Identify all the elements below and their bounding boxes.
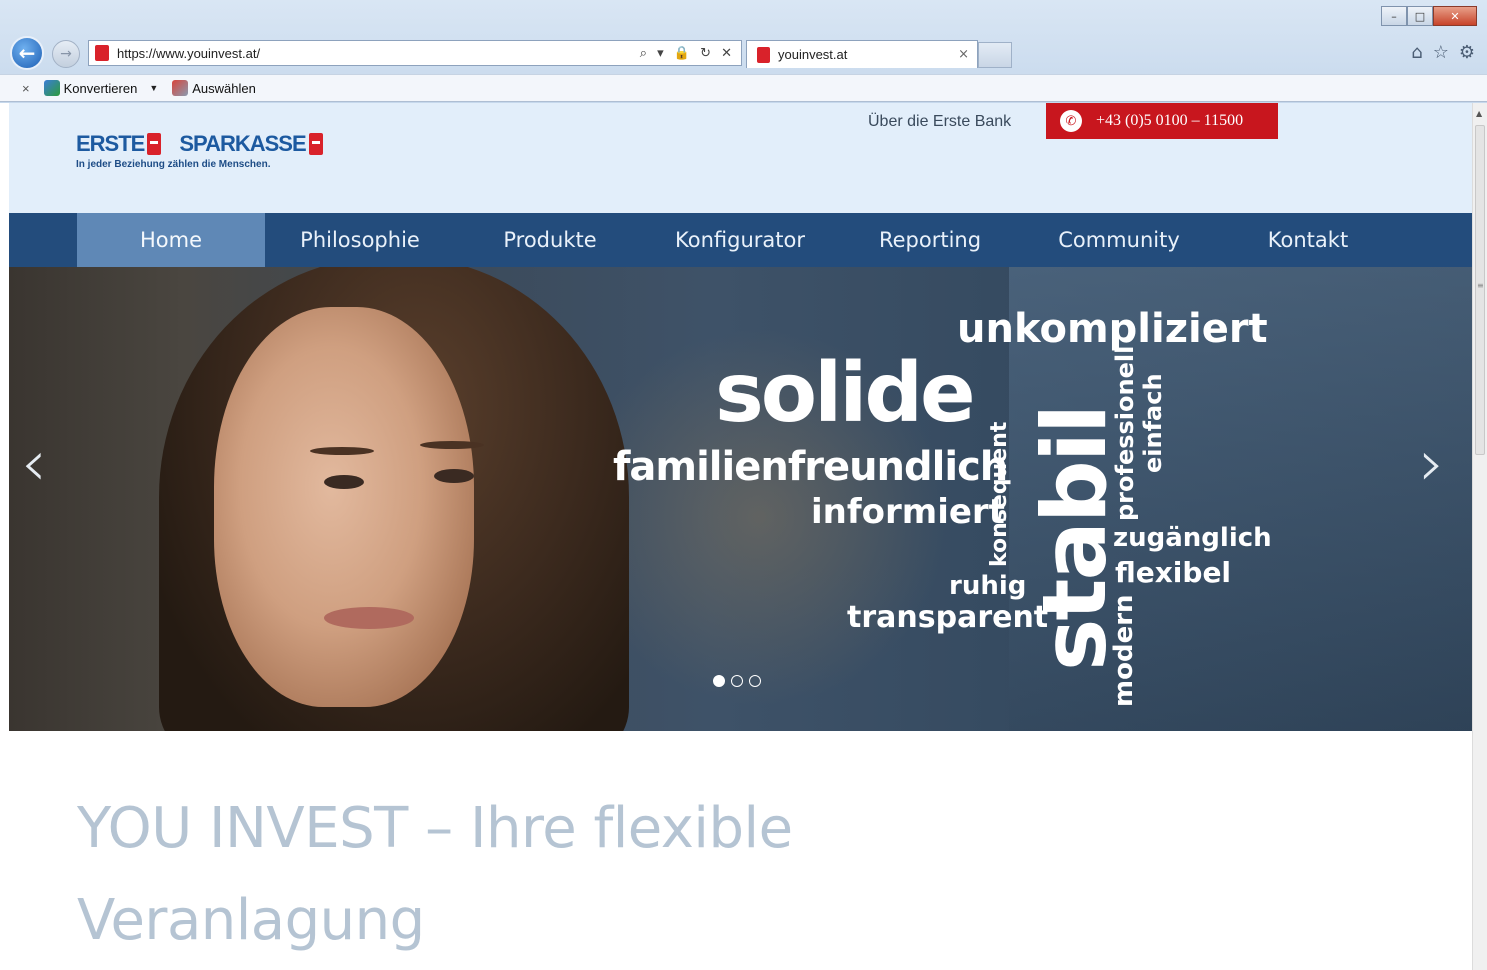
forward-button[interactable]: → xyxy=(52,40,80,68)
slider-dot[interactable] xyxy=(713,675,725,687)
slider-prev-arrow-icon[interactable]: ‹ xyxy=(21,427,47,501)
logo-tagline: In jeder Beziehung zählen die Menschen. xyxy=(76,159,271,170)
hero-portrait-image xyxy=(159,267,629,731)
portrait-brow xyxy=(420,441,484,449)
word-unkompliziert: unkompliziert xyxy=(957,306,1268,352)
logo-sparkasse-text: SPARKASSE xyxy=(179,131,306,156)
nav-item-reporting[interactable]: Reporting xyxy=(835,213,1025,267)
slider-dot[interactable] xyxy=(731,675,743,687)
phone-icon: ✆ xyxy=(1060,110,1082,132)
about-erste-bank-link[interactable]: Über die Erste Bank xyxy=(868,113,1011,131)
headline-line-2: Veranlagung xyxy=(77,888,425,953)
word-flexibel: flexibel xyxy=(1115,556,1232,589)
web-page: ERSTE SPARKASSE In jeder Beziehung zähle… xyxy=(9,103,1472,970)
portrait-face xyxy=(214,307,484,707)
word-professionell: professionell xyxy=(1111,345,1139,521)
portrait-eye xyxy=(434,469,474,483)
convert-label: Konvertieren xyxy=(63,80,138,96)
select-icon xyxy=(172,80,189,96)
address-url[interactable]: https://www.youinvest.at/ xyxy=(117,46,640,61)
word-informiert: informiert xyxy=(811,492,1005,532)
erste-sparkasse-logo[interactable]: ERSTE SPARKASSE In jeder Beziehung zähle… xyxy=(76,131,341,170)
slider-dot[interactable] xyxy=(749,675,761,687)
word-modern: modern xyxy=(1109,594,1139,707)
browser-chrome: – □ ✕ ← → https://www.youinvest.at/ ⌕ ▾ … xyxy=(0,0,1487,103)
scrollbar-thumb[interactable] xyxy=(1475,125,1485,455)
maximize-button[interactable]: □ xyxy=(1407,6,1433,26)
page-headline: YOU INVEST – Ihre flexible Veranlagung xyxy=(77,783,977,967)
address-bar-icons[interactable]: ⌕ ▾ 🔒 ↻ ✕ xyxy=(640,46,735,61)
convert-icon xyxy=(43,80,60,96)
sparkasse-s-icon xyxy=(147,133,162,155)
arrow-right-icon: → xyxy=(60,46,72,62)
browser-toolbar-icons: ⌂ ☆ ⚙ xyxy=(1411,42,1475,63)
tab-close-icon[interactable]: × xyxy=(958,47,969,62)
select-label: Auswählen xyxy=(192,80,256,96)
word-solide: solide xyxy=(715,346,976,441)
new-tab-button[interactable] xyxy=(978,42,1012,68)
word-zugaenglich: zugänglich xyxy=(1113,523,1272,553)
select-button[interactable]: Auswählen xyxy=(172,80,256,96)
tab-title: youinvest.at xyxy=(778,47,848,62)
headline-line-1: YOU INVEST – Ihre flexible xyxy=(77,796,793,861)
scroll-up-arrow-icon[interactable]: ▲ xyxy=(1476,109,1482,118)
settings-gear-icon[interactable]: ⚙ xyxy=(1459,42,1475,63)
browser-tab[interactable]: youinvest.at × xyxy=(746,40,978,68)
nav-item-community[interactable]: Community xyxy=(1025,213,1213,267)
command-bar-close-icon[interactable]: × xyxy=(22,81,30,96)
close-window-button[interactable]: ✕ xyxy=(1433,6,1477,26)
word-transparent: transparent xyxy=(847,600,1049,635)
browser-navbar: ← → https://www.youinvest.at/ ⌕ ▾ 🔒 ↻ ✕ … xyxy=(0,36,1487,72)
nav-item-home[interactable]: Home xyxy=(77,213,265,267)
address-bar[interactable]: https://www.youinvest.at/ ⌕ ▾ 🔒 ↻ ✕ xyxy=(88,40,742,66)
slider-next-arrow-icon[interactable]: › xyxy=(1419,427,1445,501)
word-ruhig: ruhig xyxy=(949,571,1027,601)
logo-erste-text: ERSTE xyxy=(76,131,145,156)
site-favicon-icon xyxy=(95,45,109,61)
nav-item-philosophie[interactable]: Philosophie xyxy=(265,213,455,267)
favorites-star-icon[interactable]: ☆ xyxy=(1433,42,1449,63)
word-familienfreundlich: familienfreundlich xyxy=(613,444,1008,490)
scrollbar-grip-icon: ≡ xyxy=(1477,281,1484,290)
hero-slider: unkompliziert solide stabil professionel… xyxy=(9,267,1472,731)
main-navigation: Home Philosophie Produkte Konfigurator R… xyxy=(9,213,1472,267)
phone-number: +43 (0)5 0100 – 11500 xyxy=(1096,112,1244,129)
home-icon[interactable]: ⌂ xyxy=(1411,42,1422,63)
portrait-eye xyxy=(324,475,364,489)
nav-item-produkte[interactable]: Produkte xyxy=(455,213,645,267)
phone-hotline-button[interactable]: ✆ +43 (0)5 0100 – 11500 xyxy=(1046,103,1278,139)
arrow-left-icon: ← xyxy=(18,41,36,65)
sparkasse-s-icon xyxy=(308,133,323,155)
slider-pagination xyxy=(713,675,761,687)
back-button[interactable]: ← xyxy=(10,36,44,70)
title-bar: – □ ✕ xyxy=(0,0,1487,36)
chevron-down-icon[interactable]: ▼ xyxy=(149,83,158,93)
nav-item-konfigurator[interactable]: Konfigurator xyxy=(645,213,835,267)
window-controls: – □ ✕ xyxy=(1381,6,1477,26)
command-bar: × Konvertieren ▼ Auswählen xyxy=(0,74,1487,102)
minimize-button[interactable]: – xyxy=(1381,6,1407,26)
tab-favicon-icon xyxy=(757,46,770,63)
portrait-brow xyxy=(310,447,374,455)
portrait-lips xyxy=(324,607,414,629)
page-scrollbar[interactable]: ▲ ≡ xyxy=(1472,103,1487,970)
site-header: ERSTE SPARKASSE In jeder Beziehung zähle… xyxy=(9,103,1472,213)
nav-item-kontakt[interactable]: Kontakt xyxy=(1213,213,1403,267)
word-einfach: einfach xyxy=(1139,373,1167,473)
convert-menu[interactable]: Konvertieren ▼ xyxy=(43,80,158,96)
